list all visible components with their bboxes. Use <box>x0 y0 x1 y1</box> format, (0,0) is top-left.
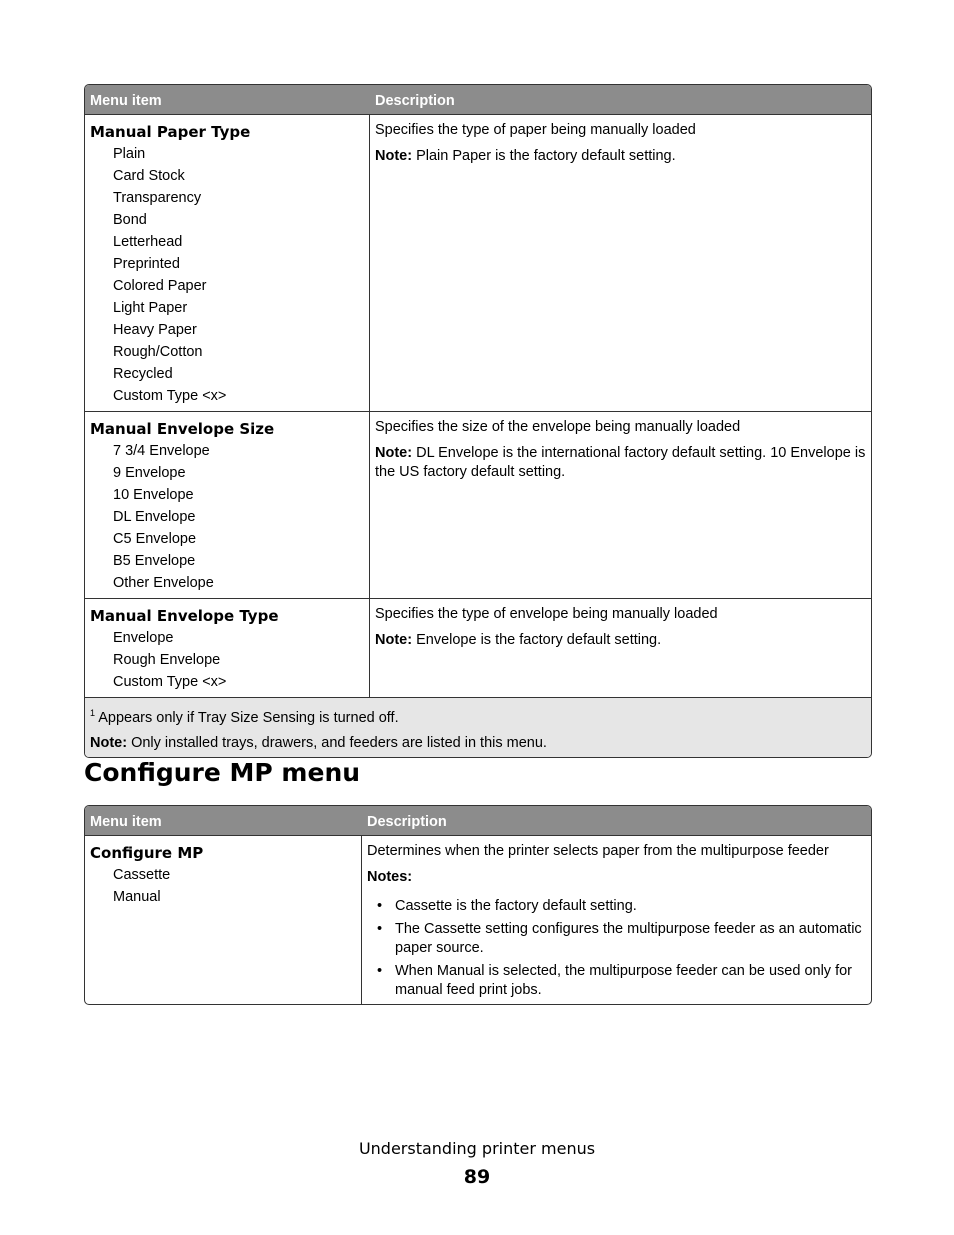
option-item: Plain <box>113 146 146 162</box>
option-item: Envelope <box>113 630 174 646</box>
menu-item-title: Manual Envelope Size <box>90 420 275 438</box>
description-text: Specifies the type of paper being manual… <box>375 122 696 138</box>
note-text: Note: Envelope is the factory default se… <box>375 631 866 650</box>
section-title: Configure MP menu <box>84 758 361 787</box>
footnote-body: Appears only if Tray Size Sensing is tur… <box>95 709 399 726</box>
table-header: Menu item Description <box>85 85 871 114</box>
table-header: Menu item Description <box>85 806 871 835</box>
note-body: DL Envelope is the international factory… <box>375 445 866 480</box>
footnote-note: Note: Only installed trays, drawers, and… <box>90 734 866 753</box>
table-footnote: 1 Appears only if Tray Size Sensing is t… <box>85 697 871 757</box>
footnote-text: 1 Appears only if Tray Size Sensing is t… <box>90 704 866 728</box>
note-item: When Manual is selected, the multipurpos… <box>367 962 866 1000</box>
option-item: Preprinted <box>113 256 180 272</box>
header-description: Description <box>375 93 455 109</box>
note-label: Note: <box>375 445 413 461</box>
option-item: 10 Envelope <box>113 487 194 503</box>
option-item: Manual <box>113 889 161 905</box>
menu-item-title: Manual Paper Type <box>90 123 251 141</box>
option-item: Card Stock <box>113 168 185 184</box>
note-item: Cassette is the factory default setting. <box>367 897 866 916</box>
note-body: Plain Paper is the factory default setti… <box>412 148 676 164</box>
option-item: Cassette <box>113 867 171 883</box>
option-item: Colored Paper <box>113 278 207 294</box>
table-configure-mp: Menu item Description Configure MP Casse… <box>84 805 872 1005</box>
description-text: Specifies the size of the envelope being… <box>375 419 741 435</box>
note-label: Note: <box>375 632 413 648</box>
option-item: C5 Envelope <box>113 531 197 547</box>
note-text: Note: DL Envelope is the international f… <box>375 444 866 482</box>
option-item: Rough/Cotton <box>113 344 203 360</box>
table-row: Manual Envelope Size 7 3/4 Envelope 9 Env… <box>85 411 871 598</box>
note-label: Note: <box>90 734 128 751</box>
note-item: The Cassette setting configures the mult… <box>367 920 866 958</box>
table-row: Configure MP Cassette Manual Determines w… <box>85 835 871 1004</box>
note-body: Only installed trays, drawers, and feede… <box>127 734 547 751</box>
option-list: Cassette Manual <box>90 864 356 908</box>
option-item: Heavy Paper <box>113 322 197 338</box>
note-text: Note: Plain Paper is the factory default… <box>375 147 866 166</box>
option-list: Envelope Rough Envelope Custom Type <x> <box>90 627 364 693</box>
header-menu-item: Menu item <box>90 93 162 109</box>
option-item: DL Envelope <box>113 509 196 525</box>
page-number: 89 <box>463 1166 491 1188</box>
note-body: Envelope is the factory default setting. <box>412 632 662 648</box>
option-list: Plain Card Stock Transparency Bond Letterhea… <box>90 143 364 407</box>
footer-chapter: Understanding printer menus <box>358 1139 596 1158</box>
option-item: B5 Envelope <box>113 553 196 569</box>
menu-item-title: Configure MP <box>90 844 204 862</box>
option-item: Letterhead <box>113 234 183 250</box>
option-item: Rough Envelope <box>113 652 221 668</box>
option-item: Bond <box>113 212 147 228</box>
header-menu-item: Menu item <box>90 814 162 830</box>
notes-list: Cassette is the factory default setting.… <box>367 897 866 1000</box>
table-row: Manual Paper Type Plain Card Stock Transpa… <box>85 114 871 411</box>
option-item: Light Paper <box>113 300 188 316</box>
option-item: Recycled <box>113 366 173 382</box>
option-item: Transparency <box>113 190 202 206</box>
option-item: 7 3/4 Envelope <box>113 443 210 459</box>
option-item: Custom Type <x> <box>113 674 227 690</box>
header-description: Description <box>367 814 447 830</box>
option-item: 9 Envelope <box>113 465 186 481</box>
description-text: Determines when the printer selects pape… <box>367 843 829 859</box>
note-label: Note: <box>375 148 413 164</box>
option-item: Other Envelope <box>113 575 214 591</box>
table-row: Manual Envelope Type Envelope Rough Envel… <box>85 598 871 697</box>
menu-item-title: Manual Envelope Type <box>90 607 279 625</box>
option-list: 7 3/4 Envelope 9 Envelope 10 Envelope DL En… <box>90 440 364 594</box>
table-tray-menu: Menu item Description Manual Paper Type … <box>84 84 872 758</box>
notes-label: Notes: <box>367 869 413 885</box>
description-text: Specifies the type of envelope being man… <box>375 606 718 622</box>
option-item: Custom Type <x> <box>113 388 227 404</box>
